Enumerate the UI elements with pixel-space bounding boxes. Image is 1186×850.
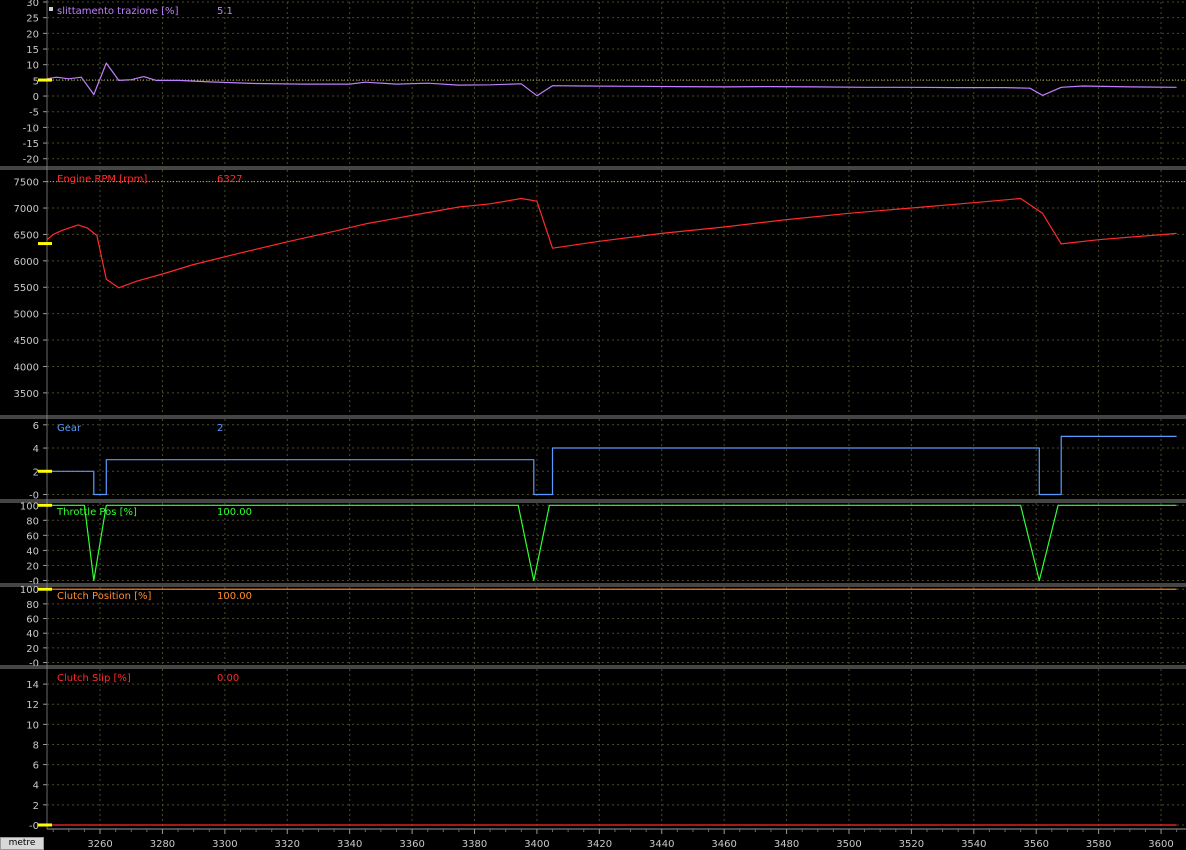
y-tick-label: -10: [23, 123, 39, 134]
y-tick-label: -0: [29, 821, 39, 832]
series-label: Clutch Position [%]: [57, 591, 152, 602]
y-tick-label: 3500: [14, 389, 39, 400]
y-tick-label: 6000: [14, 257, 39, 268]
y-tick-label: 5500: [14, 283, 39, 294]
series-line: [46, 197, 1177, 289]
x-tick-label: 3440: [649, 839, 674, 850]
y-tick-label: 20: [26, 561, 39, 572]
y-tick-label: -20: [23, 155, 39, 166]
x-tick-label: 3560: [1023, 839, 1048, 850]
value-marker: [38, 469, 52, 473]
y-tick-label: 4: [33, 444, 39, 455]
x-tick-label: 3400: [524, 839, 549, 850]
y-tick-label: 80: [26, 516, 39, 527]
x-tick-label: 3540: [961, 839, 986, 850]
x-tick-label: 3380: [462, 839, 487, 850]
y-tick-label: 20: [26, 29, 39, 40]
y-tick-label: 6: [33, 421, 39, 432]
y-tick-label: 10: [26, 720, 39, 731]
x-tick-label: 3480: [774, 839, 799, 850]
series-label: slittamento trazione [%]: [57, 6, 179, 17]
series-value: 6327: [217, 174, 242, 185]
y-tick-label: 60: [26, 531, 39, 542]
value-marker: [38, 587, 52, 591]
y-tick-label: 40: [26, 629, 39, 640]
x-tick-label: 3520: [899, 839, 924, 850]
y-tick-label: 14: [26, 680, 39, 691]
y-tick-label: -15: [23, 139, 39, 150]
x-tick-label: 3280: [150, 839, 175, 850]
x-axis-unit-label: metre: [0, 837, 44, 850]
y-tick-label: 30: [26, 0, 39, 9]
y-tick-label: 100: [20, 501, 39, 512]
y-tick-label: 15: [26, 45, 39, 56]
telemetry-chart: 30 25 20 15 10 5 0 -5 -10 -15 -20 slittamento trazi…: [0, 0, 1186, 850]
y-tick-label: 60: [26, 615, 39, 626]
x-tick-label: 3260: [87, 839, 112, 850]
y-tick-label: 8: [33, 740, 39, 751]
x-tick-label: 3460: [711, 839, 736, 850]
series-value: 100.00: [217, 591, 252, 602]
series-value: 5.1: [217, 6, 233, 17]
y-tick-label: 7000: [14, 204, 39, 215]
x-tick-label: 3500: [836, 839, 861, 850]
value-marker: [38, 503, 52, 507]
y-tick-label: -5: [29, 108, 39, 119]
y-tick-label: 20: [26, 644, 39, 655]
y-tick-label: 10: [26, 61, 39, 72]
y-tick-label: 25: [26, 14, 39, 25]
x-tick-label: 3300: [212, 839, 237, 850]
y-tick-label: 0: [33, 92, 39, 103]
y-tick-label: 4: [33, 781, 39, 792]
x-tick-label: 3360: [399, 839, 424, 850]
panels-layer: 30 25 20 15 10 5 0 -5 -10 -15 -20 slittamento trazi…: [0, 0, 1186, 832]
panel-5: 10080604020-0Clutch Position [%] 100.00: [0, 583, 1186, 670]
y-tick-label: 6: [33, 761, 39, 772]
panel-3: 642-0Gear 2: [0, 415, 1186, 502]
x-tick-label: 3340: [337, 839, 362, 850]
y-tick-label: 40: [26, 546, 39, 557]
y-tick-label: 12: [26, 700, 39, 711]
panel-4: 10080604020-0Throttle Pos [%] 100.00: [0, 499, 1186, 587]
panel-1: 30 25 20 15 10 5 0 -5 -10 -15 -20 slittamento trazi…: [23, 0, 1186, 166]
panel-2: 7500 7000 6500 6000 5500 5000 4500 4000 3500 Engi…: [0, 166, 1186, 400]
x-tick-label: 3320: [275, 839, 300, 850]
series-line: [46, 62, 1177, 97]
series-label: Engine RPM [rpm]: [57, 174, 147, 185]
x-tick-label: 3600: [1148, 839, 1173, 850]
x-tick-label: 3580: [1086, 839, 1111, 850]
series-label: Gear: [57, 423, 82, 434]
y-tick-label: 5000: [14, 310, 39, 321]
series-label: Throttle Pos [%]: [56, 507, 137, 518]
y-tick-label: 80: [26, 600, 39, 611]
value-marker: [38, 78, 52, 82]
y-tick-label: 6500: [14, 230, 39, 241]
series-value: 100.00: [217, 507, 252, 518]
series-value: 0.00: [217, 673, 239, 684]
channel-selector-box: [49, 7, 53, 11]
value-marker: [38, 823, 52, 827]
series-line: [47, 435, 1177, 496]
x-axis: 3260 3280 3300 3320 3340 3360 3380 3400 3420 3440…: [47, 828, 1186, 850]
series-label: Clutch Slip [%]: [57, 673, 131, 684]
y-tick-label: 7500: [14, 178, 39, 189]
y-tick-label: 4500: [14, 336, 39, 347]
y-tick-label: 2: [33, 801, 39, 812]
y-tick-label: 4000: [14, 362, 39, 373]
y-tick-label: 100: [20, 585, 39, 596]
value-marker: [38, 242, 52, 246]
x-tick-label: 3420: [587, 839, 612, 850]
y-tick-label: 5: [33, 76, 39, 87]
series-value: 2: [217, 423, 223, 434]
panel-6: 14 12 10 8 6 4 2 -0 Clutch Slip [%] 0.00: [0, 665, 1186, 832]
